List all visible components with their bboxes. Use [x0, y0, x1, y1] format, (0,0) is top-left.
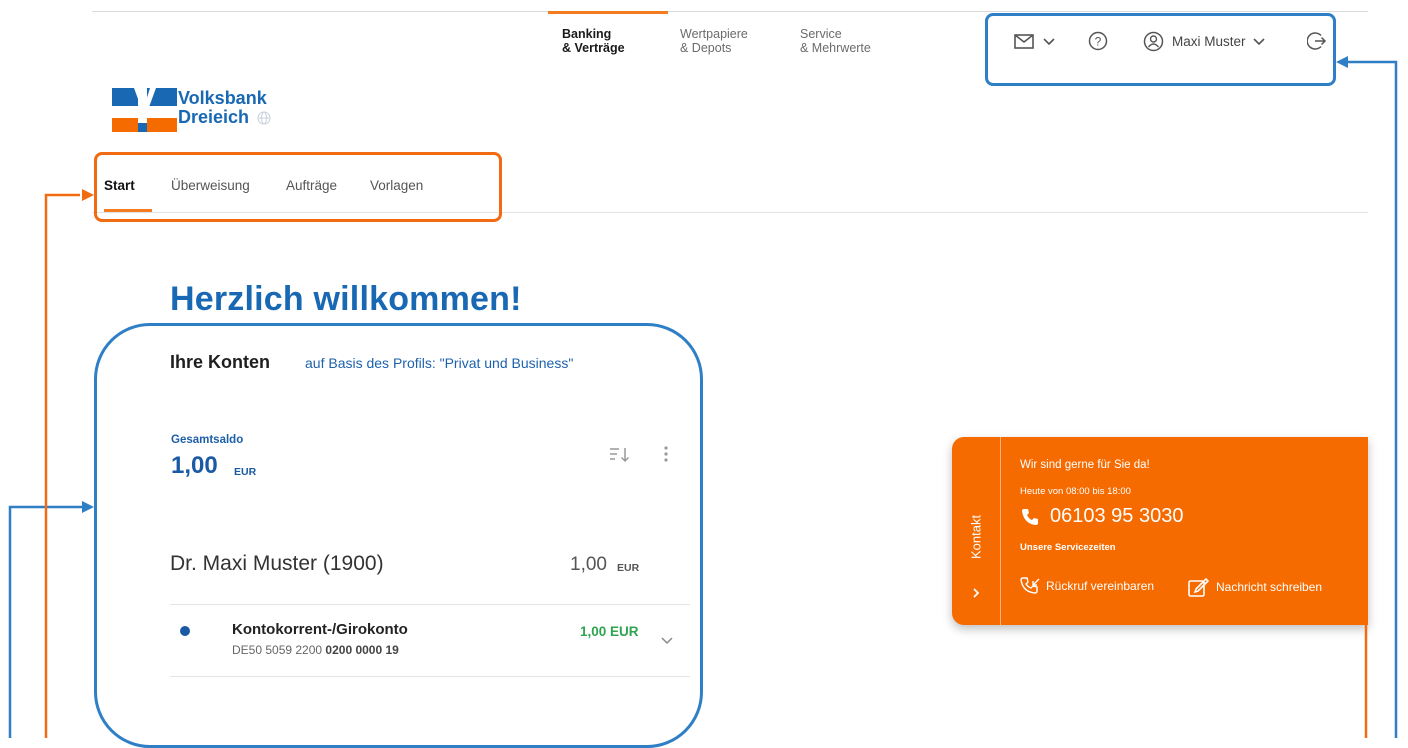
annotation-arrows: [8, 56, 1398, 738]
